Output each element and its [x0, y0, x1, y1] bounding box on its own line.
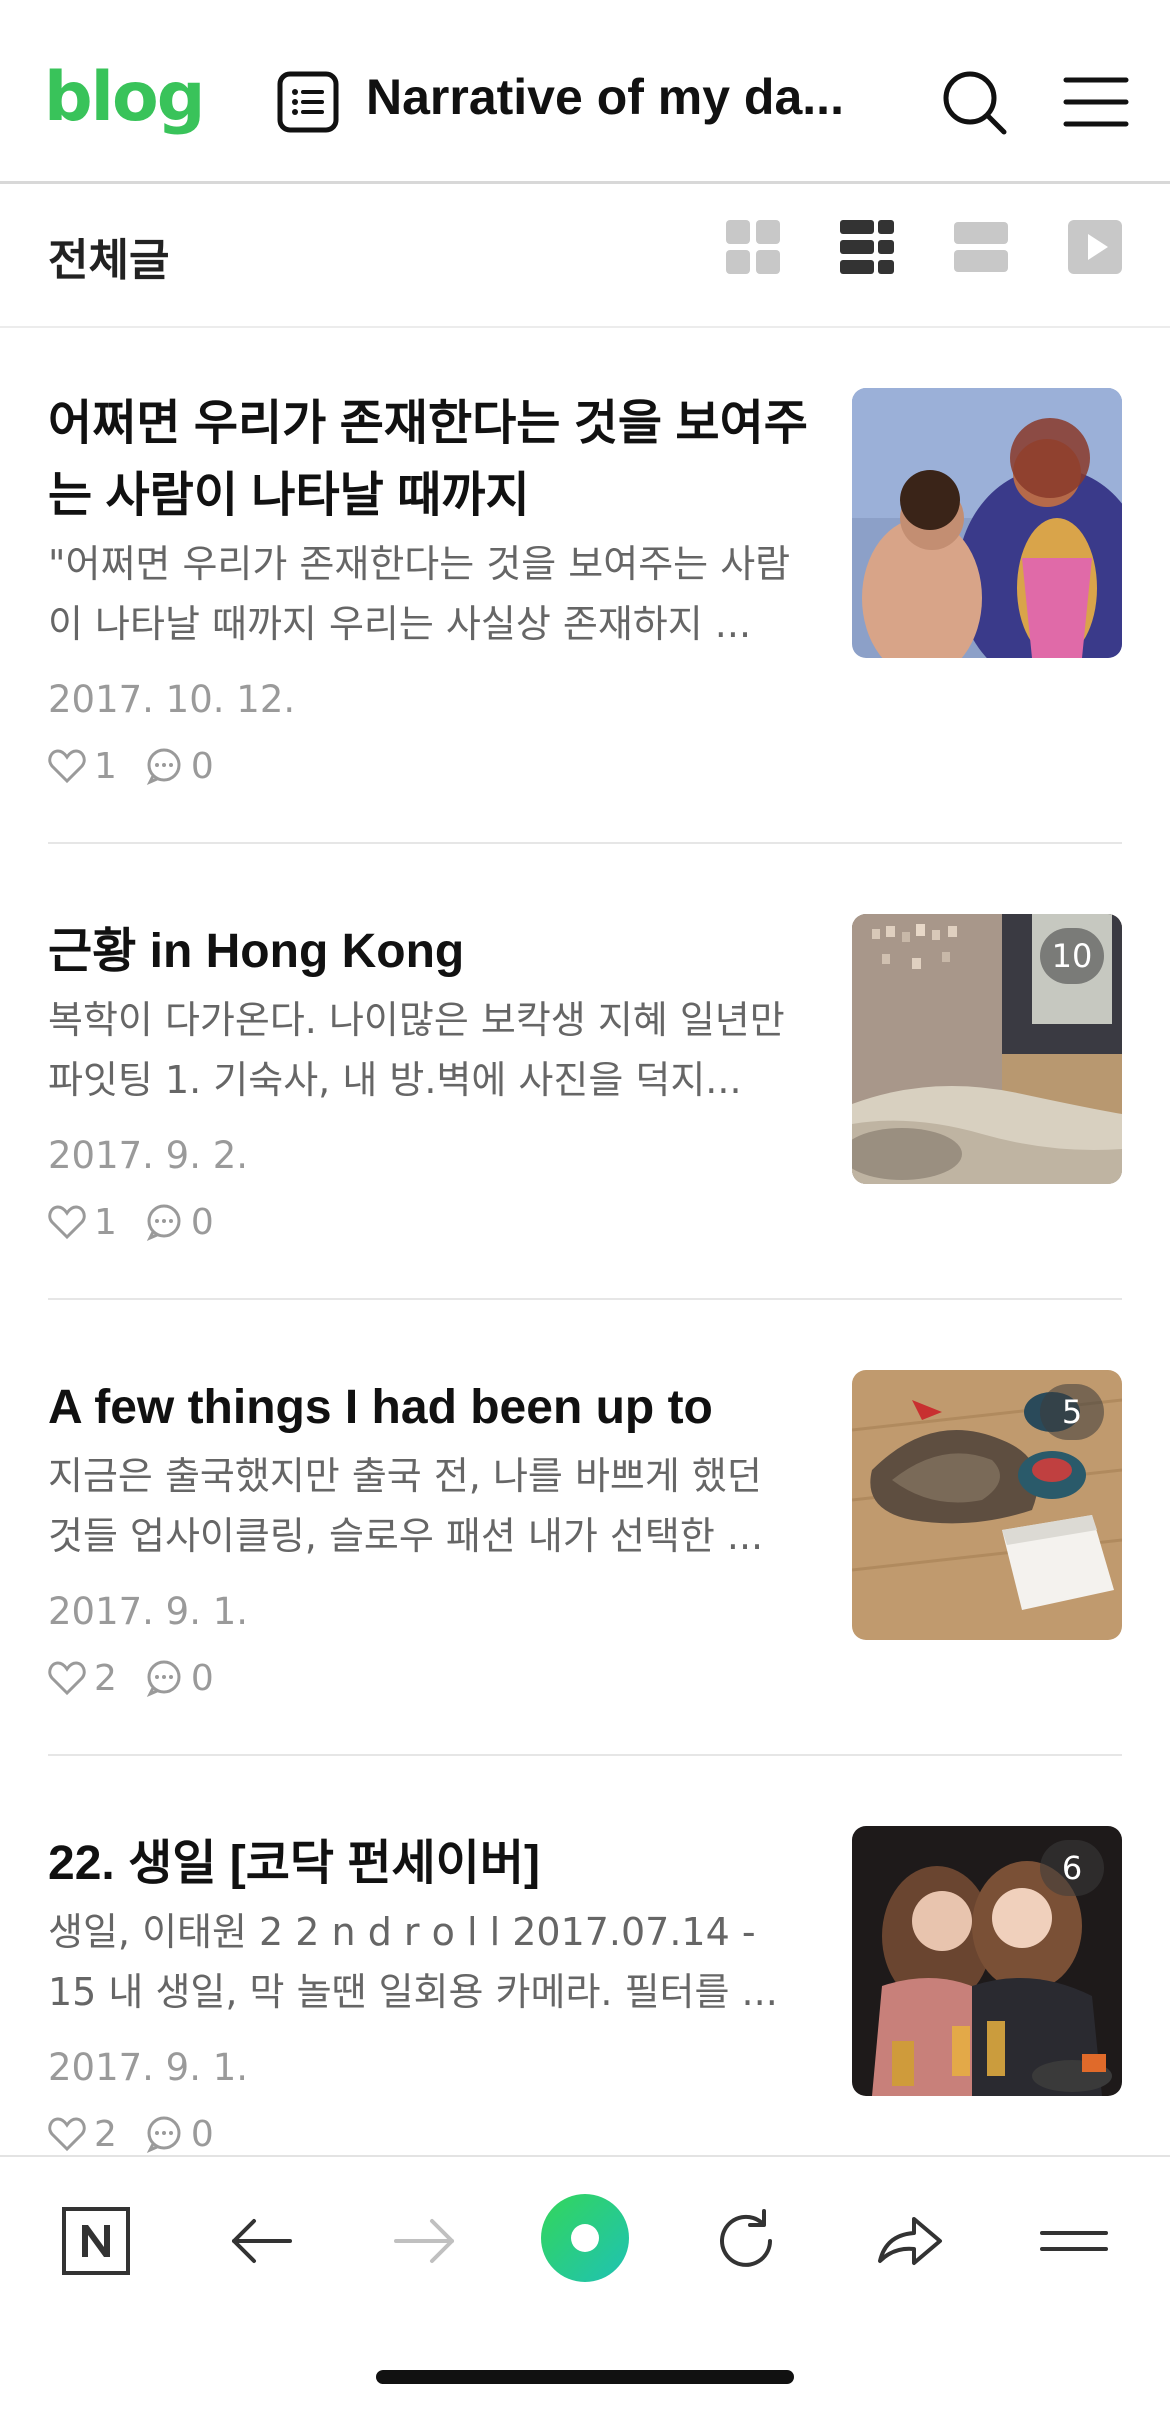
post-stats: 2 0 — [48, 1656, 242, 1700]
category-bar: 전체글 — [0, 184, 1170, 328]
heart-icon[interactable] — [48, 748, 86, 784]
post-excerpt: 지금은 출국했지만 출국 전, 나를 바쁘게 했던 것들 업사이클링, 슬로우 … — [48, 1454, 764, 1558]
post-item[interactable]: A few things I had been up to 지금은 출국했지만 … — [0, 1300, 1170, 1756]
post-date: 2017. 9. 2. — [48, 1134, 249, 1177]
post-date: 2017. 10. 12. — [48, 678, 296, 721]
post-date: 2017. 9. 1. — [48, 2046, 249, 2089]
more-menu-icon[interactable] — [1034, 2201, 1114, 2281]
post-stats: 1 0 — [48, 1200, 242, 1244]
post-title[interactable]: 22. 생일 [코닥 펀세이버] — [48, 1828, 808, 1900]
comment-count: 0 — [190, 1201, 214, 1243]
heart-icon[interactable] — [48, 2116, 86, 2152]
post-title[interactable]: A few things I had been up to — [48, 1372, 808, 1444]
refresh-icon[interactable] — [706, 2201, 786, 2281]
category-label[interactable]: 전체글 — [48, 224, 169, 288]
post-title[interactable]: 어쩌면 우리가 존재한다는 것을 보여주는 사람이 나타날 때까지 — [48, 388, 808, 532]
post-item[interactable]: 어쩌면 우리가 존재한다는 것을 보여주는 사람이 나타날 때까지 "어쩌면 우… — [0, 388, 1170, 844]
comment-count: 0 — [190, 2113, 214, 2155]
post-thumbnail[interactable] — [852, 388, 1122, 658]
post-thumbnail[interactable]: 10 — [852, 914, 1122, 1184]
comment-icon[interactable] — [145, 2115, 183, 2153]
video-view-icon[interactable] — [1066, 218, 1124, 276]
grid-view-icon[interactable] — [724, 218, 782, 276]
home-indicator — [376, 2370, 794, 2384]
like-count: 1 — [94, 1201, 117, 1243]
comment-icon[interactable] — [145, 747, 183, 785]
post-item[interactable]: 22. 생일 [코닥 펀세이버] 생일, 이태원 2 2 n d r o l l… — [0, 1756, 1170, 2212]
image-count-badge: 10 — [1040, 928, 1104, 984]
blog-logo[interactable]: blog — [44, 58, 205, 137]
menu-icon[interactable] — [1060, 66, 1132, 138]
like-count: 2 — [94, 2113, 117, 2155]
post-stats: 2 0 — [48, 2112, 242, 2156]
thumbnail-image — [852, 388, 1122, 658]
naver-icon[interactable] — [56, 2201, 136, 2281]
post-excerpt: 복학이 다가온다. 나이많은 보칵생 지혜 일년만 파잇팅 1. 기숙사, 내 … — [48, 998, 785, 1102]
forward-arrow-icon[interactable] — [384, 2201, 464, 2281]
post-thumbnail[interactable]: 6 — [852, 1826, 1122, 2096]
blog-title[interactable]: Narrative of my da... — [366, 68, 896, 126]
green-dot-icon[interactable] — [540, 2193, 630, 2283]
post-item[interactable]: 근황 in Hong Kong 복학이 다가온다. 나이많은 보칵생 지혜 일년… — [0, 844, 1170, 1300]
post-date: 2017. 9. 1. — [48, 1590, 249, 1633]
heart-icon[interactable] — [48, 1204, 86, 1240]
back-arrow-icon[interactable] — [222, 2201, 302, 2281]
post-title[interactable]: 근황 in Hong Kong — [48, 916, 808, 988]
share-icon[interactable] — [870, 2201, 950, 2281]
post-thumbnail[interactable]: 5 — [852, 1370, 1122, 1640]
post-excerpt: "어쩌면 우리가 존재한다는 것을 보여주는 사람이 나타날 때까지 우리는 사… — [48, 542, 791, 646]
page: blog Narrative of my da... 전체글 어쩌면 우리가 존… — [0, 0, 1170, 2409]
like-count: 1 — [94, 745, 117, 787]
comment-icon[interactable] — [145, 1659, 183, 1697]
comment-icon[interactable] — [145, 1203, 183, 1241]
search-icon[interactable] — [938, 66, 1010, 138]
app-header: blog Narrative of my da... — [0, 0, 1170, 184]
image-count-badge: 6 — [1040, 1840, 1104, 1896]
like-count: 2 — [94, 1657, 117, 1699]
post-excerpt: 생일, 이태원 2 2 n d r o l l 2017.07.14 - 15 … — [48, 1910, 778, 2014]
comment-count: 0 — [190, 745, 214, 787]
image-count-badge: 5 — [1040, 1384, 1104, 1440]
post-stats: 1 0 — [48, 744, 242, 788]
list-icon[interactable] — [276, 70, 340, 134]
card-view-icon[interactable] — [952, 218, 1010, 276]
list-view-icon[interactable] — [838, 218, 896, 276]
browser-toolbar — [0, 2155, 1170, 2409]
heart-icon[interactable] — [48, 1660, 86, 1696]
comment-count: 0 — [190, 1657, 214, 1699]
